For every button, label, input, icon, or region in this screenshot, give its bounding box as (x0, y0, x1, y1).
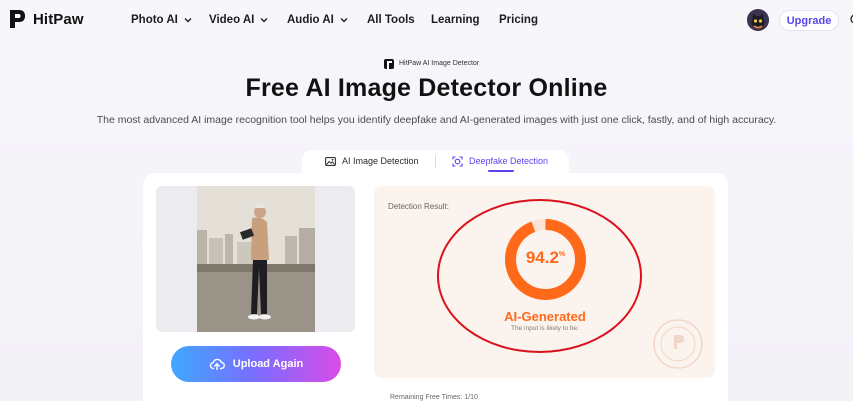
nav-video-ai[interactable]: Video AI (209, 14, 268, 26)
highlight-annotation-ellipse (437, 199, 642, 353)
uploaded-image (197, 186, 315, 332)
tab-divider (435, 155, 436, 168)
nav-learning-label: Learning (431, 14, 480, 26)
search-icon[interactable] (848, 13, 853, 27)
uploaded-photo-illustration (197, 186, 315, 332)
nav-learning[interactable]: Learning (431, 14, 480, 26)
tab-deepfake-detection[interactable]: Deepfake Detection (452, 150, 548, 172)
nav-all-tools[interactable]: All Tools (367, 14, 415, 26)
remaining-free-times: Remaining Free Times: 1/10 (390, 394, 478, 401)
user-avatar[interactable] (747, 9, 769, 31)
product-badge-text: HitPaw AI Image Detector (399, 60, 480, 67)
nav-audio-ai[interactable]: Audio AI (287, 14, 348, 26)
chevron-down-icon (260, 18, 268, 23)
nav-audio-ai-label: Audio AI (287, 14, 334, 26)
nav-photo-ai[interactable]: Photo AI (131, 14, 192, 26)
nav-video-ai-label: Video AI (209, 14, 255, 26)
image-icon (325, 156, 336, 166)
detection-result-label: Detection Result: (388, 202, 449, 211)
upgrade-button[interactable]: Upgrade (779, 10, 839, 31)
detection-tabs: AI Image Detection Deepfake Detection (302, 150, 569, 174)
product-badge: HitPaw AI Image Detector (384, 56, 479, 71)
tab-ai-image-detection[interactable]: AI Image Detection (325, 150, 419, 172)
active-tab-indicator (488, 170, 514, 172)
brand-name: HitPaw (33, 10, 84, 28)
avatar-cat-icon (747, 9, 769, 31)
page-title: Free AI Image Detector Online (245, 74, 608, 102)
chevron-down-icon (184, 18, 192, 23)
top-nav: HitPaw Photo AI Video AI Audio AI All To… (0, 0, 853, 40)
nav-all-tools-label: All Tools (367, 14, 415, 26)
nav-pricing-label: Pricing (499, 14, 538, 26)
hitpaw-small-logo-icon (384, 58, 394, 69)
tab-ai-image-detection-label: AI Image Detection (342, 156, 419, 166)
upload-cloud-icon (209, 358, 225, 371)
nav-pricing[interactable]: Pricing (499, 14, 538, 26)
online-stamp-watermark-icon (653, 319, 703, 369)
hitpaw-logo-icon (10, 10, 25, 28)
upload-again-button[interactable]: Upload Again (171, 346, 341, 382)
tab-deepfake-detection-label: Deepfake Detection (469, 156, 549, 166)
brand-logo[interactable]: HitPaw (8, 8, 84, 30)
nav-photo-ai-label: Photo AI (131, 14, 178, 26)
page-subtitle: The most advanced AI image recognition t… (96, 114, 777, 126)
upload-again-label: Upload Again (232, 358, 304, 370)
face-scan-icon (452, 155, 463, 167)
chevron-down-icon (340, 18, 348, 23)
